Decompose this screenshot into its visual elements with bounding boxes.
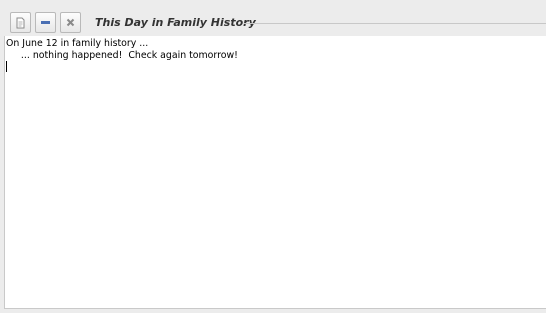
history-text: On June 12 in family history ... ... not… [6,38,238,62]
detach-button[interactable] [10,12,31,33]
close-button[interactable] [60,12,81,33]
minimize-button[interactable] [35,12,56,33]
minus-icon [40,17,51,28]
x-icon [65,17,76,28]
gramplet-window: This Day in Family History On June 12 in… [0,0,546,313]
history-line-2: ... nothing happened! Check again tomorr… [6,50,238,61]
page-icon [15,17,26,29]
history-line-1: On June 12 in family history ... [6,38,149,49]
text-cursor [6,61,7,72]
window-title: This Day in Family History [95,16,256,29]
title-divider [244,23,546,24]
text-view[interactable]: On June 12 in family history ... ... not… [4,36,546,309]
title-bar: This Day in Family History [0,0,546,36]
